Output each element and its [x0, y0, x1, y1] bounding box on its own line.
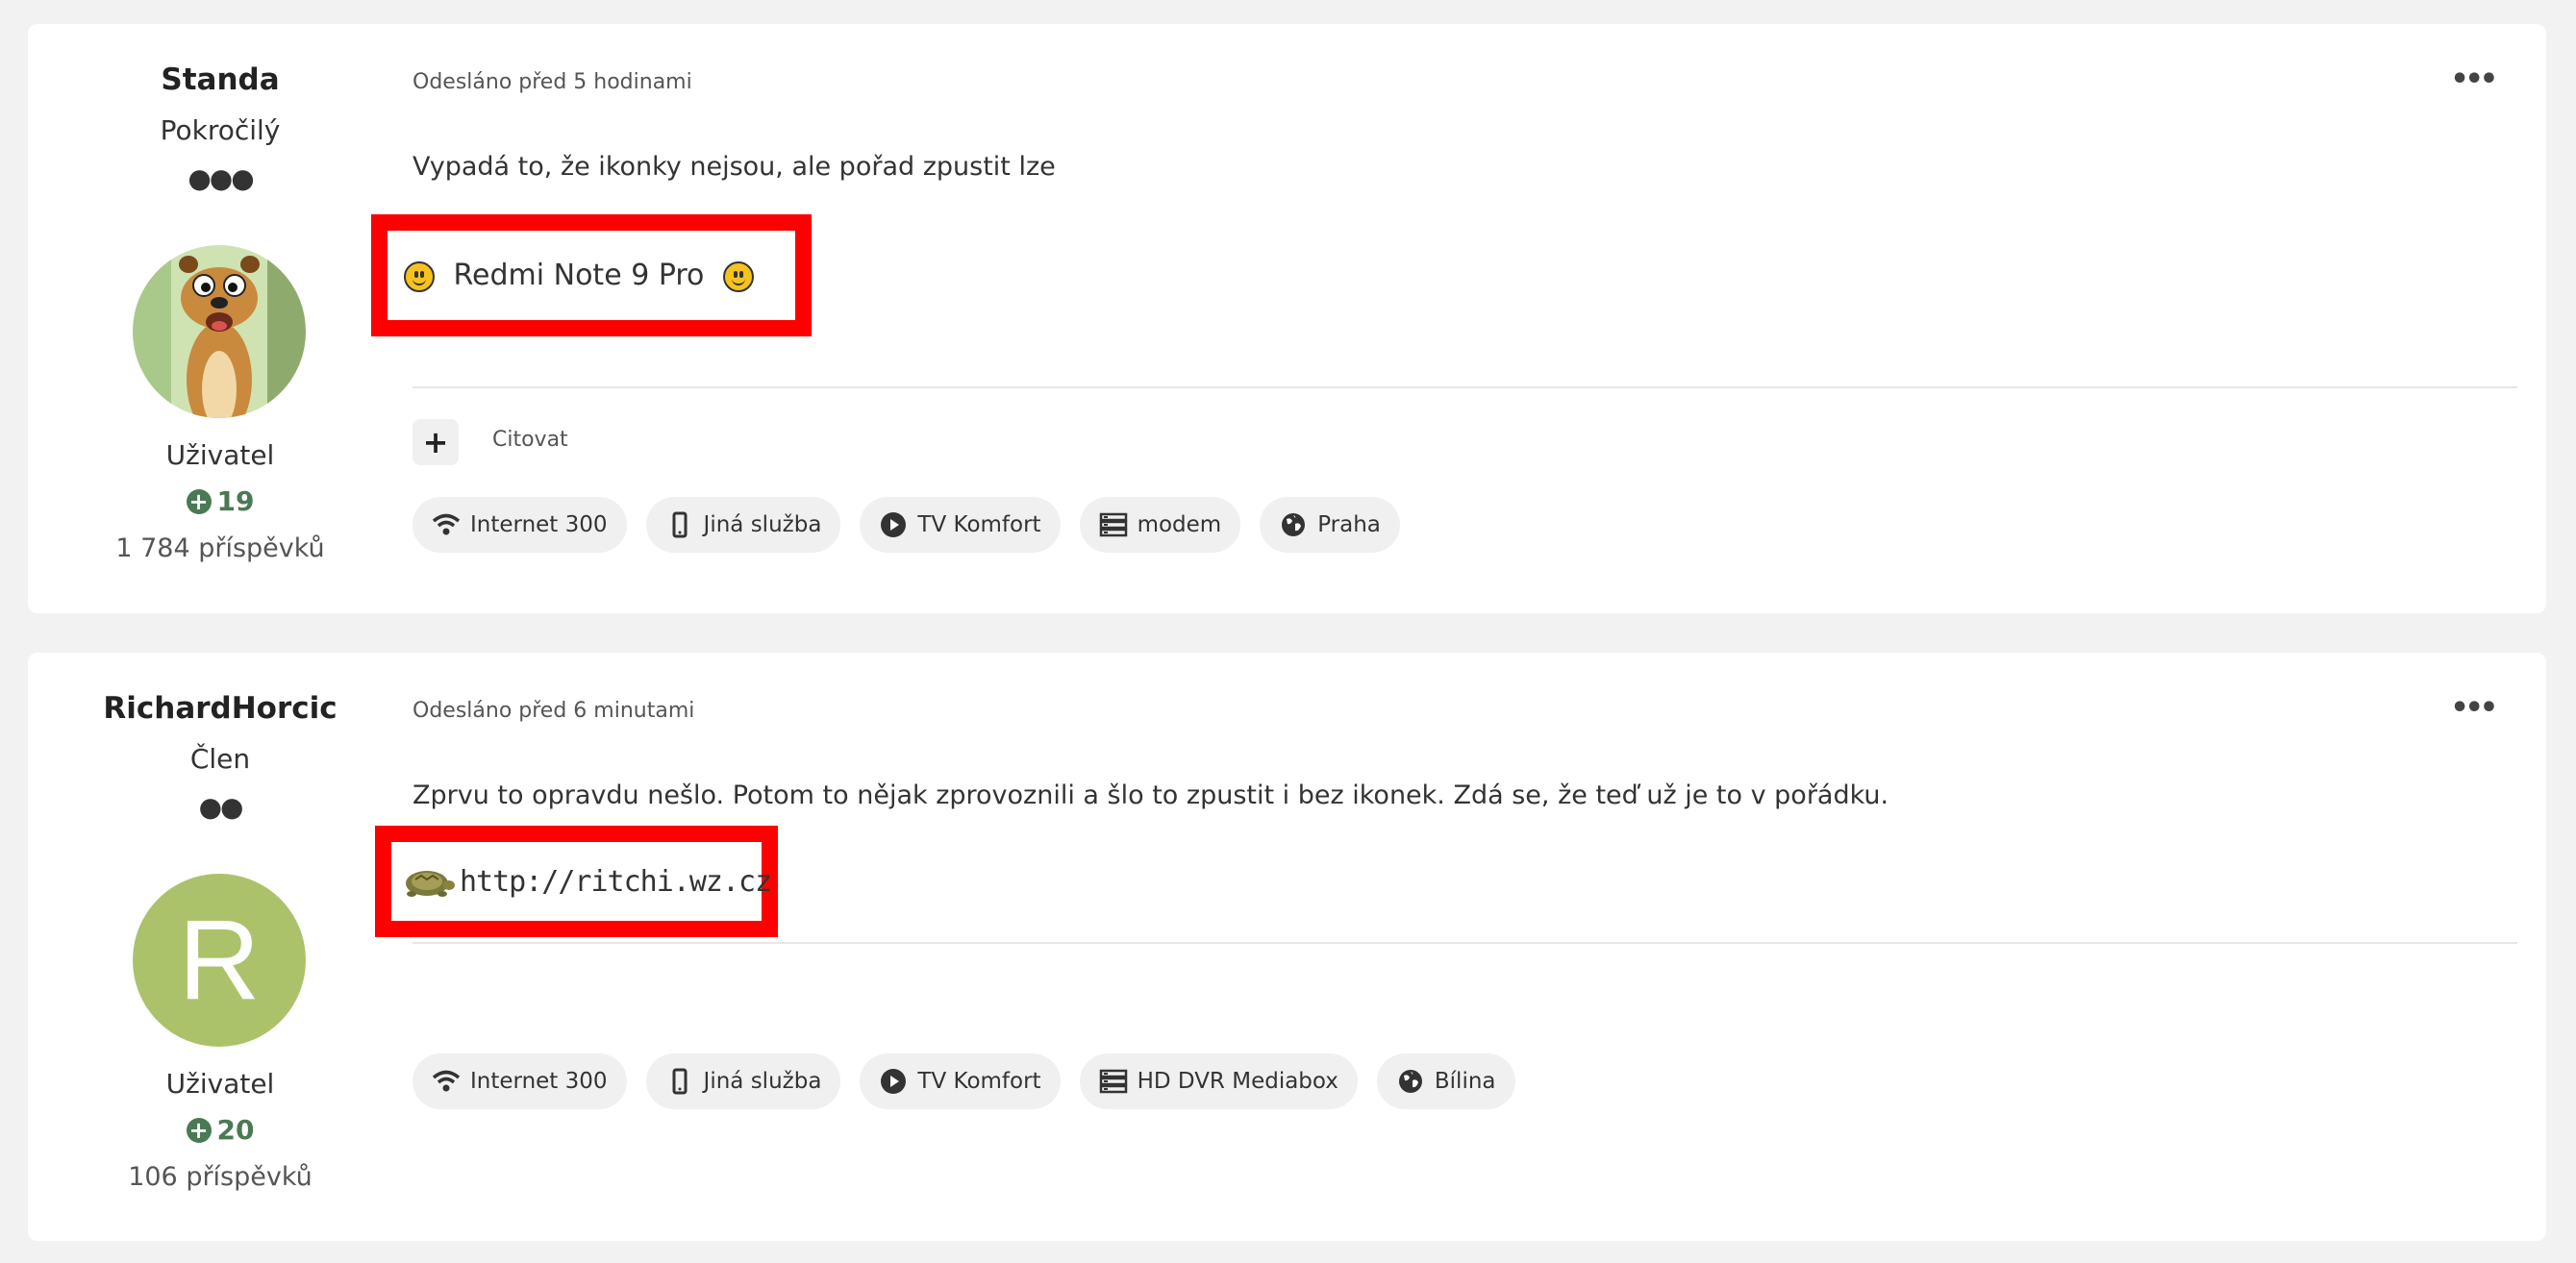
chip-label: modem [1137, 512, 1222, 537]
more-options-icon[interactable]: ••• [2450, 691, 2497, 725]
signature-text: Redmi Note 9 Pro [453, 259, 705, 292]
wifi-icon [432, 1070, 461, 1092]
kudos-score: + 19 [28, 485, 413, 517]
post-body: Vypadá to, že ikonky nejsou, ale pořad z… [413, 152, 1056, 182]
divider [413, 386, 2517, 388]
globe-icon [1398, 1070, 1422, 1093]
plus-circle-icon: + [186, 1117, 212, 1143]
author-name[interactable]: Standa [28, 62, 413, 97]
service-chip: TV Komfort [860, 1053, 1061, 1109]
post-card: RichardHorcic Člen ●● R Uživatel + 20 10… [28, 653, 2546, 1241]
plus-circle-icon: + [186, 488, 212, 514]
avatar[interactable]: R [133, 874, 306, 1047]
chip-label: Praha [1317, 512, 1381, 537]
chip-label: Bílina [1434, 1069, 1496, 1094]
chip-label: Internet 300 [470, 1069, 608, 1094]
server-icon [1099, 512, 1127, 537]
author-rank: Člen [189, 743, 251, 775]
chip-label: Jiná služba [703, 1069, 822, 1094]
user-services: Internet 300 Jiná služba TV Komfort HD D… [413, 1053, 1515, 1109]
divider [413, 942, 2517, 944]
service-chip: Praha [1260, 497, 1400, 553]
user-services: Internet 300 Jiná služba TV Komfort mode… [413, 497, 1400, 553]
service-chip: HD DVR Mediabox [1079, 1053, 1358, 1109]
globe-icon [1282, 513, 1306, 536]
play-icon [881, 1069, 907, 1094]
service-chip: modem [1079, 497, 1241, 553]
play-icon [881, 512, 907, 537]
author-name[interactable]: RichardHorcic [28, 691, 413, 726]
chip-label: Internet 300 [470, 512, 608, 537]
chip-label: HD DVR Mediabox [1137, 1069, 1338, 1094]
signature: http://ritchi.wz.cz [400, 862, 772, 901]
highlight-box: http://ritchi.wz.cz [375, 826, 778, 937]
server-icon [1099, 1069, 1127, 1094]
post-count: 106 příspěvků [128, 1162, 313, 1192]
post-timestamp[interactable]: Odesláno před 6 minutami [413, 699, 694, 723]
phone-icon [672, 511, 688, 538]
service-chip: TV Komfort [860, 497, 1061, 553]
avatar[interactable] [133, 245, 306, 418]
wifi-icon [432, 513, 461, 535]
author-rank: Pokročilý [160, 114, 281, 146]
service-chip: Internet 300 [413, 1053, 627, 1109]
chip-label: TV Komfort [917, 1069, 1041, 1094]
kudos-count: 19 [216, 485, 255, 517]
smiley-icon [722, 260, 754, 292]
service-chip: Jiná služba [645, 497, 841, 553]
rank-dots: ●● [198, 791, 244, 823]
signature: Redmi Note 9 Pro [404, 259, 754, 292]
more-options-icon[interactable]: ••• [2450, 62, 2497, 96]
service-chip: Bílina [1376, 1053, 1515, 1109]
post-body: Zprvu to opravdu nešlo. Potom to nějak z… [413, 780, 1889, 810]
signature-link[interactable]: http://ritchi.wz.cz [460, 865, 772, 899]
highlight-box: Redmi Note 9 Pro [371, 214, 812, 336]
multi-quote-button[interactable]: + [413, 419, 459, 465]
turtle-icon [406, 871, 455, 897]
smiley-icon [404, 260, 435, 292]
kudos-count: 20 [216, 1114, 255, 1146]
user-role: Uživatel [165, 1068, 275, 1100]
chip-label: TV Komfort [917, 512, 1041, 537]
service-chip: Internet 300 [413, 497, 627, 553]
phone-icon [672, 1068, 688, 1095]
post-timestamp[interactable]: Odesláno před 5 hodinami [413, 70, 692, 94]
user-role: Uživatel [165, 439, 275, 471]
kudos-score: + 20 [28, 1114, 413, 1146]
rank-dots: ●●● [188, 162, 254, 194]
chip-label: Jiná služba [703, 512, 822, 537]
quote-button[interactable]: Citovat [492, 428, 568, 452]
service-chip: Jiná služba [645, 1053, 841, 1109]
post-card: Standa Pokročilý ●●● Uživatel + 19 1 784… [28, 24, 2546, 613]
post-count: 1 784 příspěvků [115, 533, 325, 563]
